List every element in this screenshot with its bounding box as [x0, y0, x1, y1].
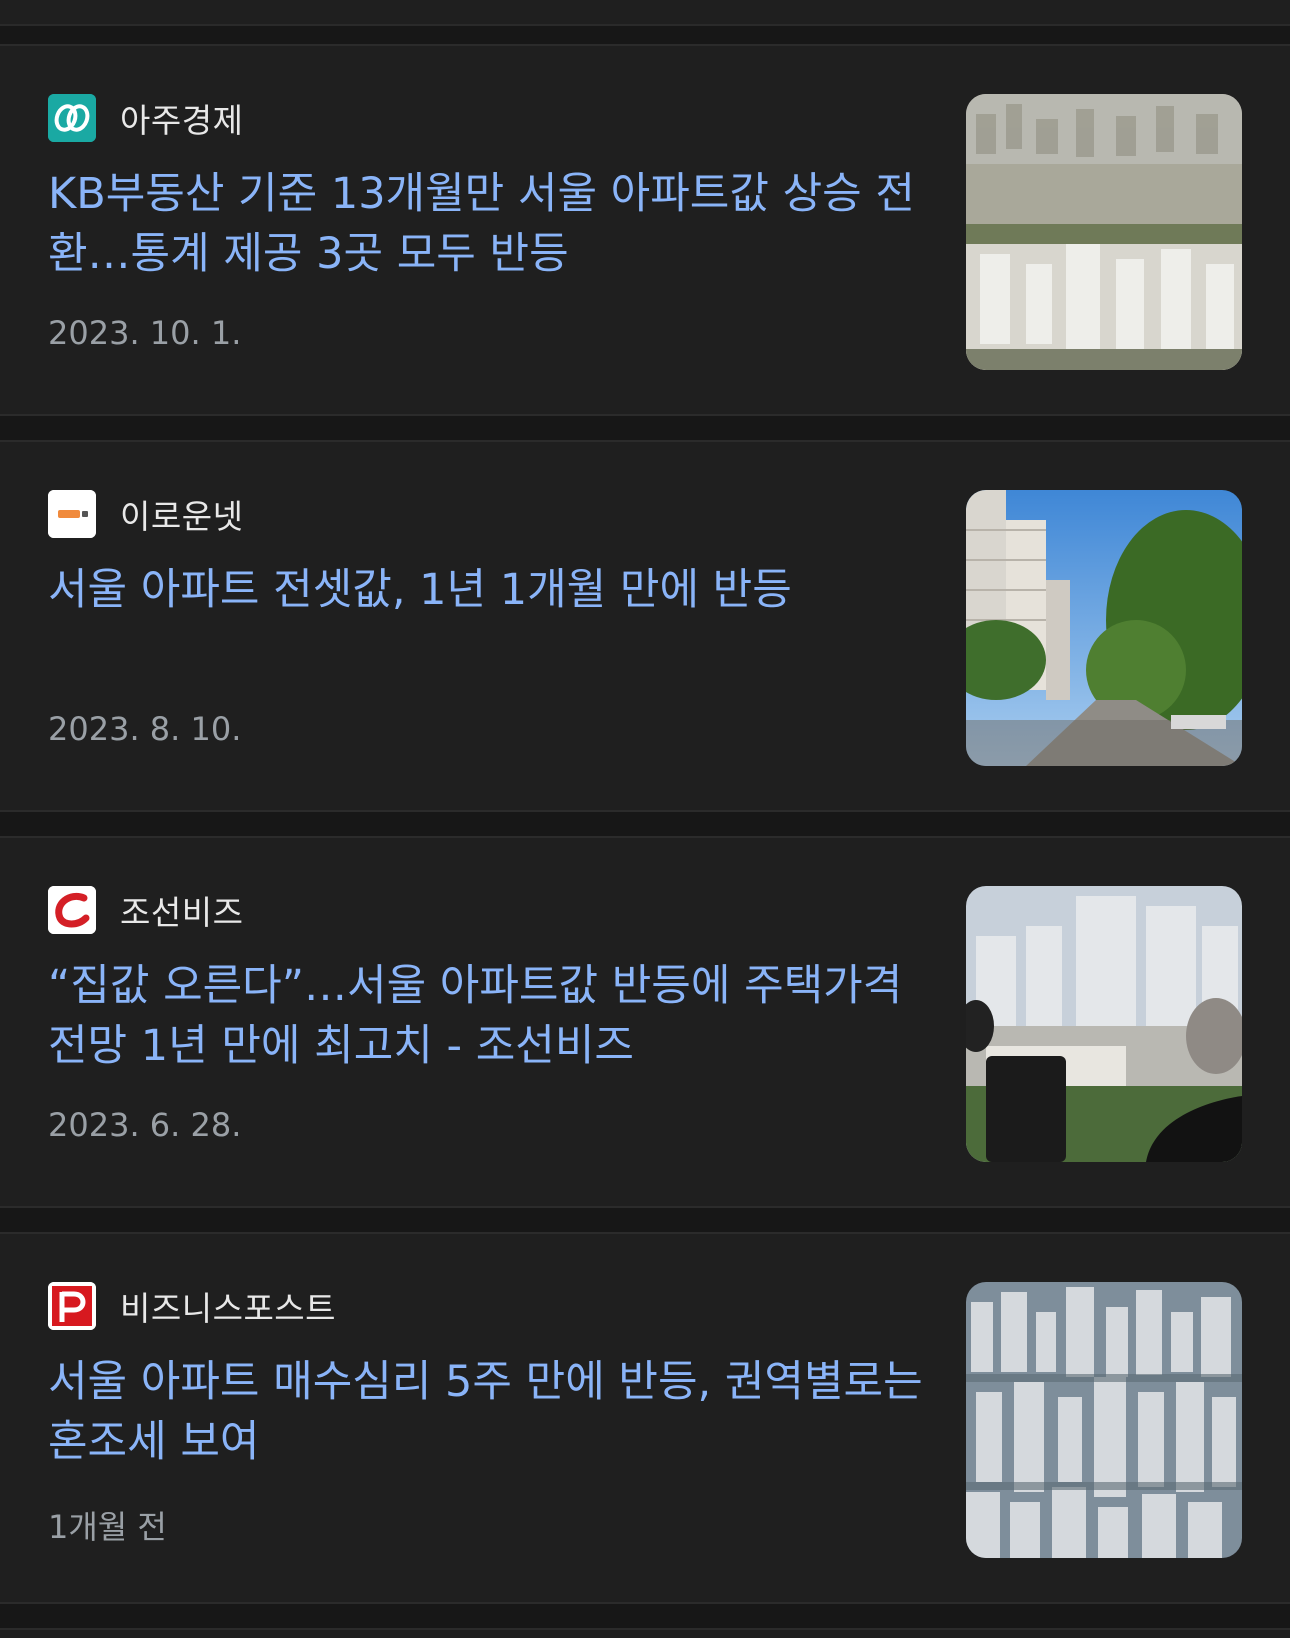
next-card-edge — [0, 1628, 1290, 1638]
source-row: 아주경제 — [48, 94, 243, 142]
chosunbiz-logo-icon — [48, 886, 96, 934]
article-thumbnail[interactable] — [966, 1282, 1242, 1558]
source-name: 비즈니스포스트 — [120, 1289, 337, 1328]
news-results-page: 아주경제 KB부동산 기준 13개월만 서울 아파트값 상승 전환…통계 제공 … — [0, 0, 1290, 1638]
source-row: 이로운넷 — [48, 490, 243, 538]
article-thumbnail[interactable] — [966, 886, 1242, 1162]
publish-date: 2023. 10. 1. — [48, 314, 242, 352]
article-thumbnail[interactable] — [966, 94, 1242, 370]
article-thumbnail[interactable] — [966, 490, 1242, 766]
publish-date: 1개월 전 — [48, 1508, 167, 1546]
previous-card-edge — [0, 0, 1290, 26]
article-title-link[interactable]: KB부동산 기준 13개월만 서울 아파트값 상승 전환…통계 제공 3곳 모두… — [48, 164, 928, 284]
news-card[interactable]: 아주경제 KB부동산 기준 13개월만 서울 아파트값 상승 전환…통계 제공 … — [0, 44, 1290, 416]
news-card[interactable]: 조선비즈 “집값 오른다”…서울 아파트값 반등에 주택가격전망 1년 만에 최… — [0, 836, 1290, 1208]
eroun-logo-icon — [48, 490, 96, 538]
source-name: 조선비즈 — [120, 893, 244, 932]
source-row: 비즈니스포스트 — [48, 1282, 336, 1330]
source-name: 아주경제 — [120, 101, 244, 140]
publish-date: 2023. 6. 28. — [48, 1106, 242, 1144]
article-title-link[interactable]: “집값 오른다”…서울 아파트값 반등에 주택가격전망 1년 만에 최고치 - … — [48, 956, 928, 1076]
article-title-link[interactable]: 서울 아파트 매수심리 5주 만에 반등, 권역별로는 혼조세 보여 — [48, 1352, 928, 1472]
publish-date: 2023. 8. 10. — [48, 710, 242, 748]
source-name: 이로운넷 — [120, 497, 244, 536]
source-row: 조선비즈 — [48, 886, 243, 934]
ajunews-logo-icon — [48, 94, 96, 142]
article-title-link[interactable]: 서울 아파트 전셋값, 1년 1개월 만에 반등 — [48, 560, 928, 620]
news-card[interactable]: 비즈니스포스트 서울 아파트 매수심리 5주 만에 반등, 권역별로는 혼조세 … — [0, 1232, 1290, 1604]
businesspost-logo-icon — [48, 1282, 96, 1330]
news-card[interactable]: 이로운넷 서울 아파트 전셋값, 1년 1개월 만에 반등 2023. 8. 1… — [0, 440, 1290, 812]
